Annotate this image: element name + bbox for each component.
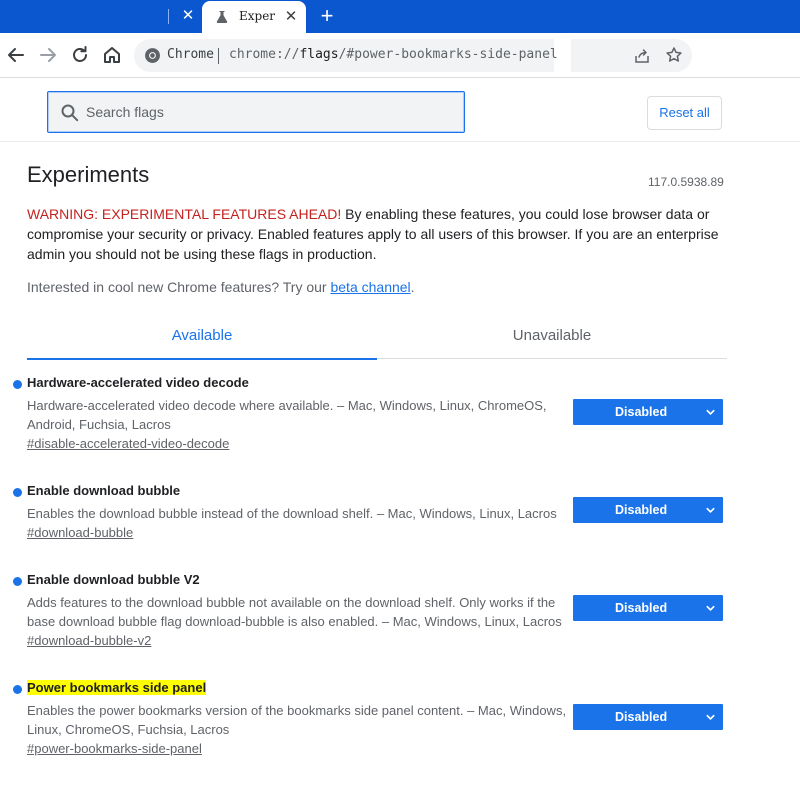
- select-value: Disabled: [615, 601, 668, 615]
- chevron-down-icon: [706, 409, 715, 415]
- experiment-state-select[interactable]: Disabled: [573, 497, 723, 523]
- modified-indicator-dot: [13, 488, 22, 497]
- warning-text: WARNING: EXPERIMENTAL FEATURES AHEAD! By…: [27, 204, 727, 264]
- select-value: Disabled: [615, 710, 668, 724]
- version-label: 117.0.5938.89: [648, 175, 724, 189]
- omnibox-chip: Chrome: [167, 47, 214, 62]
- tab-unavailable[interactable]: Unavailable: [377, 314, 727, 359]
- url-text[interactable]: chrome://flags/#power-bookmarks-side-pan…: [229, 47, 558, 62]
- select-value: Disabled: [615, 503, 668, 517]
- experiment-state-select[interactable]: Disabled: [573, 595, 723, 621]
- search-box[interactable]: [47, 91, 465, 133]
- address-bar-actions: [571, 39, 692, 72]
- share-icon[interactable]: [633, 47, 651, 65]
- chevron-down-icon: [706, 714, 715, 720]
- experiment-description: Enables the download bubble instead of t…: [27, 506, 557, 521]
- address-bar[interactable]: Chrome chrome://flags/#power-bookmarks-s…: [134, 39, 558, 72]
- experiment-name: Enable download bubble: [27, 483, 181, 498]
- warning-strong: WARNING: EXPERIMENTAL FEATURES AHEAD!: [27, 206, 342, 222]
- experiment-description: Adds features to the download bubble not…: [27, 595, 562, 629]
- experiment-description: Enables the power bookmarks version of t…: [27, 703, 567, 737]
- experiment-permalink[interactable]: #download-bubble: [27, 525, 133, 540]
- beta-promo: Interested in cool new Chrome features? …: [27, 279, 415, 295]
- beta-channel-link[interactable]: beta channel: [330, 279, 410, 295]
- url-host: flags: [299, 47, 339, 62]
- flags-tabs: Available Unavailable: [27, 314, 727, 360]
- browser-toolbar: Chrome chrome://flags/#power-bookmarks-s…: [0, 33, 800, 78]
- modified-indicator-dot: [13, 380, 22, 389]
- flags-content: Experiments 117.0.5938.89 WARNING: EXPER…: [0, 142, 800, 800]
- beta-promo-end: .: [410, 279, 415, 295]
- experiment-name: Enable download bubble V2: [27, 572, 200, 587]
- experiment-description: Hardware-accelerated video decode where …: [27, 398, 547, 432]
- experiment-permalink[interactable]: #power-bookmarks-side-panel: [27, 741, 202, 756]
- experiment-permalink[interactable]: #download-bubble-v2: [27, 633, 151, 648]
- reload-icon[interactable]: [68, 43, 92, 67]
- new-tab-button[interactable]: +: [316, 5, 338, 27]
- flags-header: Reset all: [0, 78, 800, 142]
- back-arrow-icon[interactable]: [4, 43, 28, 67]
- url-path: /#power-bookmarks-side-panel: [338, 47, 558, 62]
- home-icon[interactable]: [100, 43, 124, 67]
- search-icon: [61, 104, 79, 122]
- experiment-state-select[interactable]: Disabled: [573, 399, 723, 425]
- tab-title: Exper: [239, 9, 276, 23]
- chevron-down-icon: [706, 605, 715, 611]
- modified-indicator-dot: [13, 577, 22, 586]
- experiment-permalink[interactable]: #disable-accelerated-video-decode: [27, 436, 229, 451]
- tab-inactive[interactable]: ✕: [0, 0, 200, 33]
- forward-arrow-icon[interactable]: [36, 43, 60, 67]
- tab-close-icon[interactable]: ✕: [179, 7, 197, 25]
- chevron-down-icon: [706, 507, 715, 513]
- modified-indicator-dot: [13, 685, 22, 694]
- tab-strip: ✕ Exper ✕ +: [0, 0, 800, 33]
- beta-promo-text: Interested in cool new Chrome features? …: [27, 279, 331, 295]
- page-title: Experiments: [27, 162, 150, 187]
- url-prefix: chrome://: [229, 47, 300, 62]
- experiment-name: Hardware-accelerated video decode: [27, 375, 249, 390]
- select-value: Disabled: [615, 405, 668, 419]
- tab-separator: [168, 9, 169, 24]
- flask-icon: [216, 11, 228, 23]
- omnibox-divider: [218, 48, 219, 64]
- experiment-state-select[interactable]: Disabled: [573, 704, 723, 730]
- chrome-logo-icon: [145, 48, 160, 63]
- bookmark-star-icon[interactable]: [665, 46, 683, 64]
- search-input[interactable]: [86, 100, 446, 124]
- tab-close-icon[interactable]: ✕: [282, 8, 300, 26]
- reset-all-button[interactable]: Reset all: [647, 96, 722, 130]
- experiment-name: Power bookmarks side panel: [27, 680, 207, 695]
- tab-available[interactable]: Available: [27, 314, 377, 360]
- tab-active[interactable]: Exper ✕: [202, 1, 306, 33]
